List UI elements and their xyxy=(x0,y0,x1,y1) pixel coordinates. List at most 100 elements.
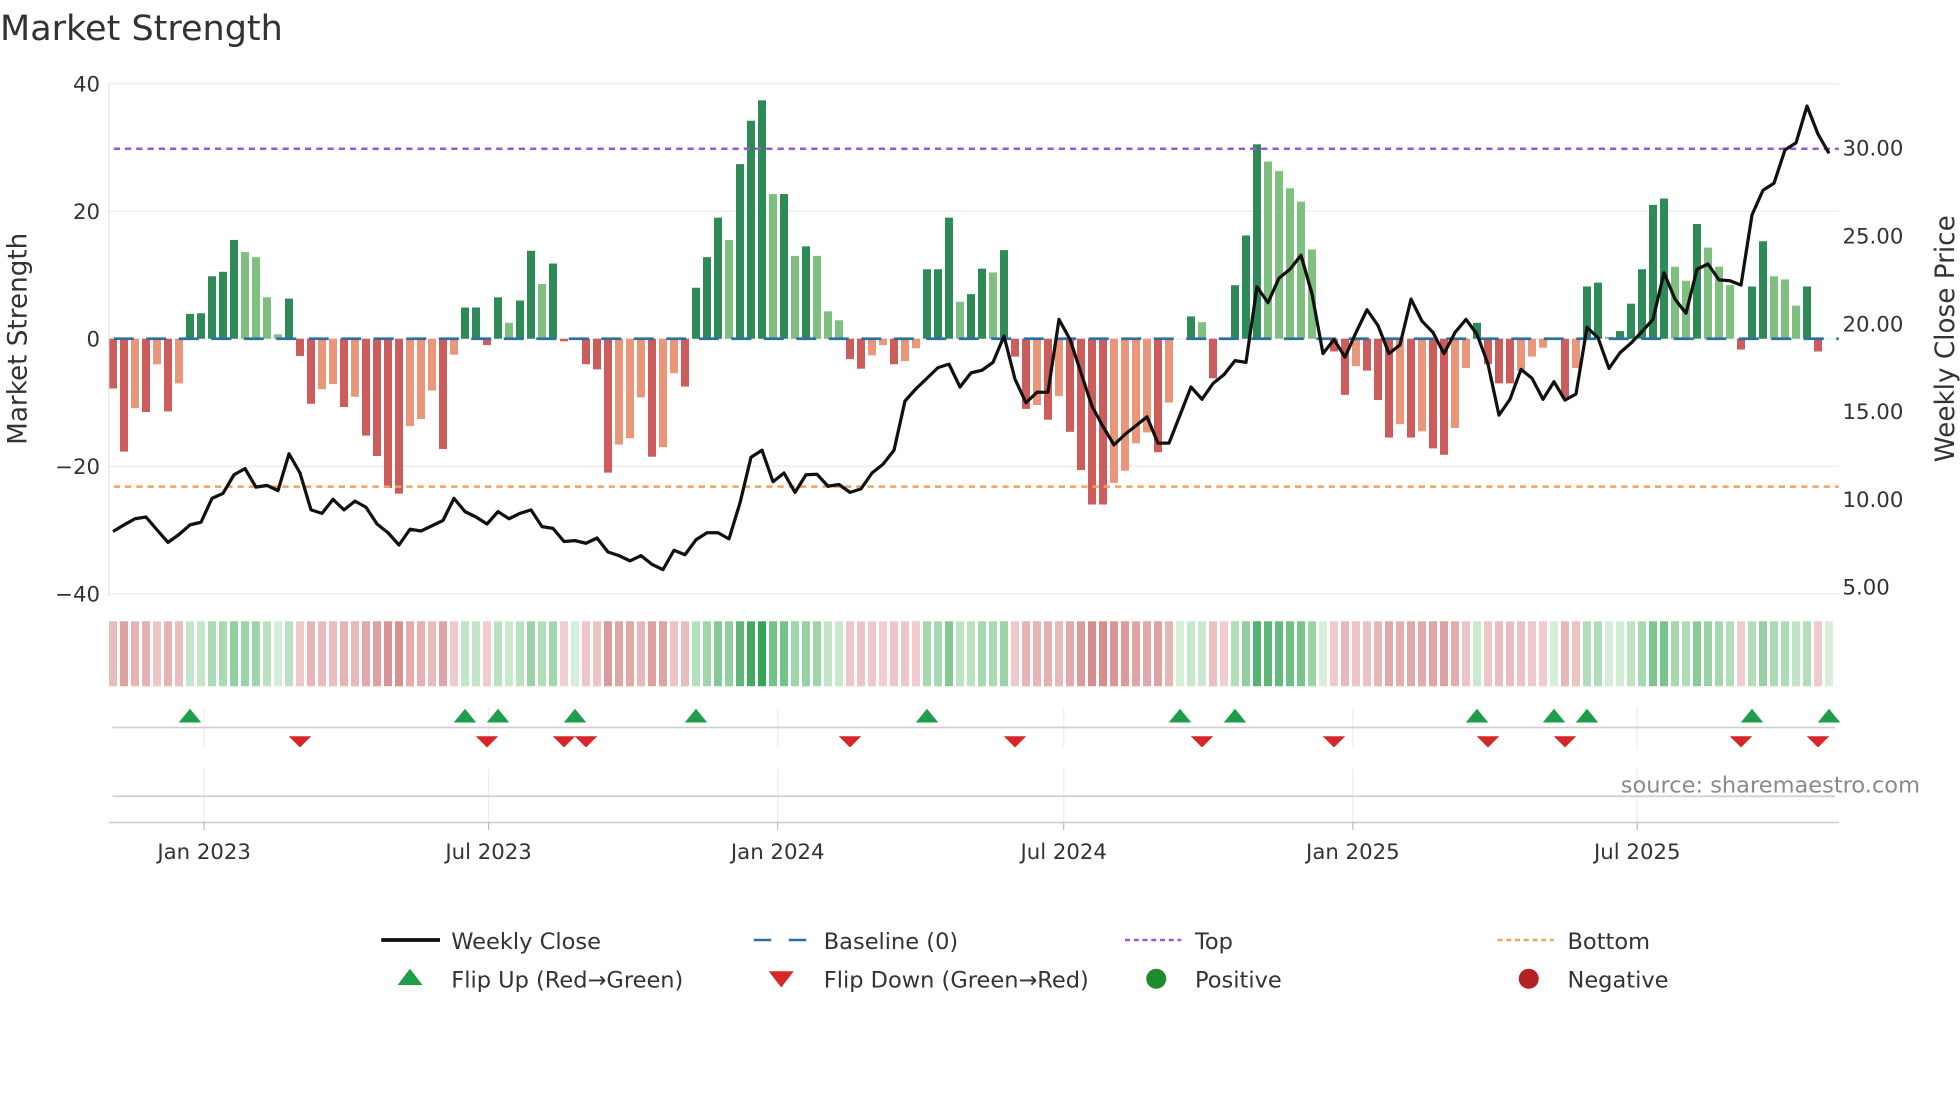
strength-bar xyxy=(769,194,778,339)
heat-cell xyxy=(1539,621,1547,687)
heat-cell xyxy=(1550,621,1558,687)
legend-label-positive: Positive xyxy=(1195,968,1282,994)
heat-cell xyxy=(780,621,788,687)
heat-cell xyxy=(516,621,524,687)
flip-up-marker xyxy=(178,708,202,723)
heat-cell xyxy=(670,621,678,687)
x-tick-label: Jul 2023 xyxy=(443,840,531,865)
heat-cell xyxy=(1440,621,1448,687)
strength-bar xyxy=(1209,338,1217,379)
strength-bar xyxy=(1781,279,1790,339)
strength-bar xyxy=(362,338,370,436)
flip-up-marker xyxy=(1740,708,1764,723)
strength-bar xyxy=(780,194,788,339)
heat-cell xyxy=(615,621,623,687)
strength-bar xyxy=(791,255,799,339)
heat-cell xyxy=(208,621,216,687)
heat-cell xyxy=(1000,621,1008,687)
strength-bar xyxy=(527,250,535,339)
strength-bar xyxy=(835,320,843,339)
heat-cell xyxy=(659,621,668,687)
flip-up-marker xyxy=(1168,708,1192,723)
heat-cell xyxy=(967,621,975,687)
heat-cell xyxy=(175,621,183,687)
heat-cell xyxy=(131,621,139,687)
strength-bar xyxy=(1627,303,1635,339)
strength-bar xyxy=(1451,338,1460,428)
strength-bar xyxy=(758,100,767,339)
strength-bar xyxy=(1011,338,1019,357)
strength-bar xyxy=(956,301,964,339)
legend-label-negative: Negative xyxy=(1568,968,1669,994)
heat-cell xyxy=(1693,621,1701,687)
strength-bar xyxy=(846,338,854,360)
heat-cell xyxy=(835,621,843,687)
strength-bar xyxy=(1506,338,1515,384)
heat-cell xyxy=(549,621,557,687)
source-note: source: sharemaestro.com xyxy=(1621,773,1920,799)
flip-up-marker xyxy=(563,708,587,723)
heat-cell xyxy=(1143,621,1151,687)
strength-bar xyxy=(813,255,822,339)
heat-cell xyxy=(1759,621,1767,687)
strength-bar xyxy=(802,246,810,339)
y2-tick-label: 30.00 xyxy=(1843,137,1904,162)
strength-bar xyxy=(1572,338,1580,369)
heat-cell xyxy=(582,621,590,687)
flip-down-marker xyxy=(288,736,312,748)
heat-cell xyxy=(439,621,447,687)
strength-bar xyxy=(208,276,216,339)
strength-bar xyxy=(384,338,392,488)
heat-cell xyxy=(1594,621,1602,687)
heat-cell xyxy=(791,621,799,687)
strength-bar xyxy=(593,338,601,370)
heat-cell xyxy=(604,621,612,687)
strength-bar xyxy=(1748,286,1756,339)
flip-up-marker xyxy=(1542,708,1566,723)
heat-cell xyxy=(307,621,315,687)
heat-cell xyxy=(1429,621,1437,687)
heat-cell xyxy=(1638,621,1646,687)
heat-cell xyxy=(1352,621,1360,687)
heat-cell xyxy=(1715,621,1723,687)
strength-bar xyxy=(626,338,634,439)
heat-cell xyxy=(164,621,172,687)
heat-cell xyxy=(1165,621,1173,687)
strength-bar xyxy=(296,338,304,356)
flip-up-marker xyxy=(1817,708,1841,723)
heat-cell xyxy=(340,621,348,687)
reference-lines xyxy=(113,147,1839,488)
strength-bar xyxy=(582,338,590,365)
flip-down-marker xyxy=(1553,736,1577,748)
heat-cell xyxy=(1726,621,1735,687)
strength-bar xyxy=(725,239,733,339)
strength-bar xyxy=(1704,247,1712,339)
strength-bar xyxy=(1561,338,1570,398)
strength-bar xyxy=(1462,338,1470,369)
strength-bar xyxy=(1121,338,1129,471)
heat-cell xyxy=(241,621,249,687)
heat-cell xyxy=(1561,621,1570,687)
heat-cell xyxy=(736,621,744,687)
heat-cell xyxy=(329,621,337,687)
strength-bar xyxy=(1000,250,1008,339)
strength-bar xyxy=(1803,286,1811,339)
strength-bar xyxy=(197,313,205,339)
heat-cell xyxy=(1088,621,1096,687)
heat-cell xyxy=(1286,621,1295,687)
legend-label-top: Top xyxy=(1194,929,1233,955)
heat-cell xyxy=(472,621,480,687)
flip-up-marker xyxy=(486,708,510,723)
flip-down-marker xyxy=(574,736,598,748)
heat-cell xyxy=(846,621,854,687)
strength-bar xyxy=(747,120,755,339)
heat-cell xyxy=(945,621,953,687)
legend-label-flip-up: Flip Up (Red→Green) xyxy=(451,968,683,994)
heat-cell xyxy=(934,621,943,687)
strength-bar xyxy=(120,338,128,452)
heat-cell xyxy=(1198,621,1206,687)
heat-cell xyxy=(1473,621,1481,687)
strength-bar xyxy=(318,338,326,390)
strength-bar xyxy=(934,269,943,339)
strength-bar xyxy=(1088,338,1096,505)
